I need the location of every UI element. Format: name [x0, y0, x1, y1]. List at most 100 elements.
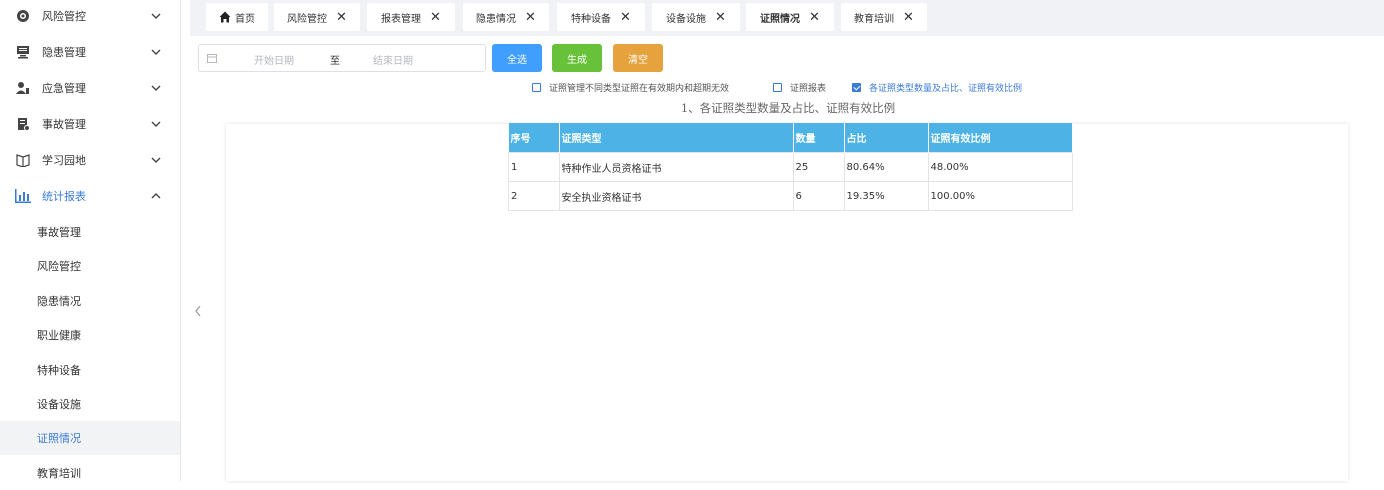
- calendar-icon: [207, 54, 217, 63]
- submenu-special-equipment[interactable]: 特种设备: [0, 353, 180, 387]
- column-header-ratio: 占比: [844, 123, 929, 153]
- submenu-label: 隐患情况: [37, 295, 81, 308]
- cell-ratio: 80.64%: [843, 152, 929, 182]
- submenu-hazard-status[interactable]: 隐患情况: [0, 284, 180, 318]
- cell-type: 安全执业资格证书: [558, 181, 794, 211]
- sidebar-menu-statistics-report[interactable]: 统计报表: [0, 178, 180, 214]
- close-icon[interactable]: ✕: [715, 11, 726, 24]
- checkbox[interactable]: [532, 82, 541, 92]
- start-date-input[interactable]: 开始日期: [254, 52, 294, 67]
- close-icon[interactable]: ✕: [525, 11, 536, 24]
- close-icon[interactable]: ✕: [336, 11, 347, 24]
- cell-index: 2: [508, 181, 560, 211]
- tab-risk-control[interactable]: 风险管控 ✕: [274, 3, 360, 31]
- sidebar-menu-label: 风险管控: [42, 10, 86, 23]
- submenu-label: 教育培训: [37, 467, 81, 480]
- cell-valid-ratio: 100.00%: [927, 181, 1073, 211]
- sidebar-menu-emergency-management[interactable]: 应急管理: [0, 70, 180, 106]
- tab-education-training[interactable]: 教育培训 ✕: [841, 3, 927, 31]
- table-row: 1 特种作业人员资格证书 25 80.64% 48.00%: [508, 152, 1073, 182]
- submenu-label: 设备设施: [37, 398, 81, 411]
- cell-index: 1: [508, 152, 560, 182]
- home-icon: [219, 11, 231, 23]
- sidebar-menu-label: 应急管理: [42, 82, 86, 95]
- checkbox[interactable]: [773, 82, 782, 92]
- sidebar: 风险管控 隐患管理 应急管理 事故管理 学习园地 统计报表 事故管理 风险管控 …: [0, 0, 181, 481]
- generate-button[interactable]: 生成: [552, 44, 602, 72]
- chevron-down-icon: [151, 157, 161, 163]
- tab-bar: 首页 风险管控 ✕ 报表管理 ✕ 隐患情况 ✕ 特种设备 ✕ 设备设施 ✕ 证照…: [190, 0, 1384, 36]
- tab-label: 设备设施: [666, 13, 707, 25]
- tab-label: 隐患情况: [476, 13, 517, 25]
- submenu-label: 职业健康: [37, 329, 81, 342]
- option-label: 证照管理不同类型证照在有效期内和超期无效: [549, 83, 730, 94]
- main-content: 首页 风险管控 ✕ 报表管理 ✕ 隐患情况 ✕ 特种设备 ✕ 设备设施 ✕ 证照…: [190, 0, 1384, 481]
- chevron-left-icon[interactable]: [193, 304, 203, 318]
- sidebar-menu-label: 学习园地: [42, 154, 86, 167]
- sidebar-menu-label: 隐患管理: [42, 46, 86, 59]
- cell-ratio: 19.35%: [843, 181, 929, 211]
- tab-report-management[interactable]: 报表管理 ✕: [367, 3, 455, 31]
- tab-label: 教育培训: [854, 13, 895, 25]
- submenu-label: 风险管控: [37, 260, 81, 273]
- cell-count: 25: [792, 152, 845, 182]
- monitor-icon: [15, 44, 31, 60]
- tab-certificates[interactable]: 证照情况 ✕: [746, 3, 834, 31]
- submenu-equipment-facilities[interactable]: 设备设施: [0, 387, 180, 421]
- select-all-button[interactable]: 全选: [492, 44, 542, 72]
- cell-type: 特种作业人员资格证书: [558, 152, 794, 182]
- submenu-education-training[interactable]: 教育培训: [0, 456, 180, 490]
- chevron-up-icon: [151, 193, 161, 199]
- submenu-accident-management[interactable]: 事故管理: [0, 215, 180, 249]
- tab-label: 首页: [235, 13, 255, 25]
- close-icon[interactable]: ✕: [430, 11, 441, 24]
- sidebar-menu-accident-management[interactable]: 事故管理: [0, 106, 180, 142]
- submenu-label: 特种设备: [37, 364, 81, 377]
- sidebar-menu-hazard-management[interactable]: 隐患管理: [0, 34, 180, 70]
- shield-gear-icon: [15, 8, 31, 24]
- bar-chart-icon: [15, 188, 31, 204]
- submenu-risk-control[interactable]: 风险管控: [0, 249, 180, 283]
- checkbox-checked[interactable]: [852, 82, 861, 92]
- table-header-row: 序号 证照类型 数量 占比 证照有效比例: [508, 123, 1073, 153]
- close-icon[interactable]: ✕: [903, 11, 914, 24]
- close-icon[interactable]: ✕: [809, 11, 820, 24]
- close-icon[interactable]: ✕: [620, 11, 631, 24]
- tab-equipment-facilities[interactable]: 设备设施 ✕: [652, 3, 740, 31]
- cell-valid-ratio: 48.00%: [927, 152, 1073, 182]
- submenu-label: 事故管理: [37, 226, 81, 239]
- column-header-index: 序号: [508, 123, 560, 153]
- option-certificate-validity[interactable]: 证照管理不同类型证照在有效期内和超期无效: [532, 80, 729, 94]
- tab-hazard-status[interactable]: 隐患情况 ✕: [463, 3, 549, 31]
- option-label: 证照报表: [790, 83, 827, 94]
- tab-label: 报表管理: [381, 13, 422, 25]
- sidebar-menu-label: 统计报表: [42, 190, 86, 203]
- submenu-occupational-health[interactable]: 职业健康: [0, 318, 180, 352]
- chevron-down-icon: [151, 121, 161, 127]
- report-doc-icon: [15, 116, 31, 132]
- end-date-input[interactable]: 结束日期: [373, 52, 413, 67]
- column-header-count: 数量: [793, 123, 845, 153]
- tab-label: 特种设备: [571, 13, 612, 25]
- date-range-picker[interactable]: 开始日期 至 结束日期: [198, 44, 486, 72]
- date-range-separator: 至: [330, 56, 340, 67]
- cell-count: 6: [792, 181, 845, 211]
- column-header-type: 证照类型: [559, 123, 794, 153]
- option-label: 各证照类型数量及占比、证照有效比例: [869, 83, 1023, 94]
- tab-home[interactable]: 首页: [206, 3, 268, 31]
- user-alert-icon: [15, 80, 31, 96]
- tab-special-equipment[interactable]: 特种设备 ✕: [557, 3, 645, 31]
- sidebar-menu-learning-garden[interactable]: 学习园地: [0, 142, 180, 178]
- certificate-table: 序号 证照类型 数量 占比 证照有效比例 1 特种作业人员资格证书 25 80.…: [508, 123, 1073, 211]
- book-icon: [15, 152, 31, 168]
- sidebar-menu-risk-control[interactable]: 风险管控: [0, 0, 180, 34]
- chevron-down-icon: [151, 85, 161, 91]
- submenu-label: 证照情况: [37, 432, 81, 445]
- submenu-certificates[interactable]: 证照情况: [0, 421, 180, 455]
- sidebar-menu-label: 事故管理: [42, 118, 86, 131]
- clear-button[interactable]: 清空: [613, 44, 663, 72]
- column-header-valid-ratio: 证照有效比例: [928, 123, 1073, 153]
- option-type-count-ratio[interactable]: 各证照类型数量及占比、证照有效比例: [852, 80, 1022, 94]
- option-certificate-report[interactable]: 证照报表: [773, 80, 826, 94]
- chevron-down-icon: [151, 13, 161, 19]
